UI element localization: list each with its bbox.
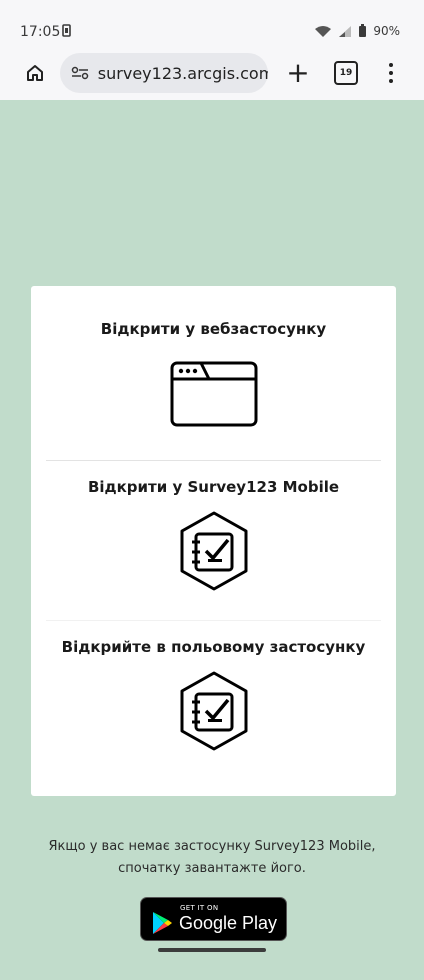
battery-percent: 90% <box>373 24 400 38</box>
home-icon <box>27 65 43 81</box>
tab-switcher-button[interactable]: 19 <box>334 61 358 85</box>
divider <box>46 460 381 461</box>
open-options-card: Відкрити у вебзастосунку Відкрити у Surv… <box>31 286 396 796</box>
badge-small-text: GET IT ON <box>180 904 219 912</box>
google-play-badge[interactable]: GET IT ON Google Play <box>140 897 287 941</box>
menu-dot-icon <box>389 63 393 67</box>
status-icons: 90% <box>314 24 400 38</box>
option-title: Відкрити у вебзастосунку <box>100 320 327 338</box>
option-title: Відкрити у Survey123 Mobile <box>87 478 340 496</box>
battery-icon <box>359 24 367 37</box>
status-bar: 17:05 90% <box>0 0 424 46</box>
home-button[interactable] <box>22 60 48 86</box>
signal-icon <box>339 25 352 37</box>
site-settings-icon[interactable] <box>70 63 90 83</box>
divider <box>46 620 381 621</box>
survey123-mobile-icon <box>180 511 247 591</box>
menu-dot-icon <box>389 71 393 75</box>
more-menu-button[interactable] <box>384 60 398 86</box>
wifi-icon <box>315 25 332 37</box>
option-open-web-app[interactable]: Відкрити у вебзастосунку <box>31 320 396 430</box>
menu-dot-icon <box>389 79 393 83</box>
field-app-icon <box>180 671 247 751</box>
new-tab-button[interactable]: + <box>284 59 312 87</box>
google-play-icon <box>153 912 172 934</box>
install-hint-line2: спочатку завантажте його. <box>118 861 306 876</box>
badge-store-name: Google Play <box>179 913 278 933</box>
browser-toolbar: survey123.arcgis.com/sh + 19 <box>0 46 424 100</box>
gesture-navigation-bar[interactable] <box>158 948 266 952</box>
notification-icon <box>62 24 71 40</box>
install-hint-line1: Якщо у вас немає застосунку Survey123 Mo… <box>48 839 376 854</box>
address-bar[interactable]: survey123.arcgis.com/sh <box>60 53 268 93</box>
install-hint: Якщо у вас немає застосунку Survey123 Mo… <box>40 836 384 880</box>
option-open-field-app[interactable]: Відкрийте в польовому застосунку <box>31 638 396 752</box>
status-time: 17:05 <box>20 24 61 40</box>
url-text: survey123.arcgis.com/sh <box>97 63 268 83</box>
browser-window-icon <box>170 361 257 427</box>
option-title: Відкрийте в польовому застосунку <box>61 638 366 656</box>
option-open-survey123-mobile[interactable]: Відкрити у Survey123 Mobile <box>31 478 396 592</box>
